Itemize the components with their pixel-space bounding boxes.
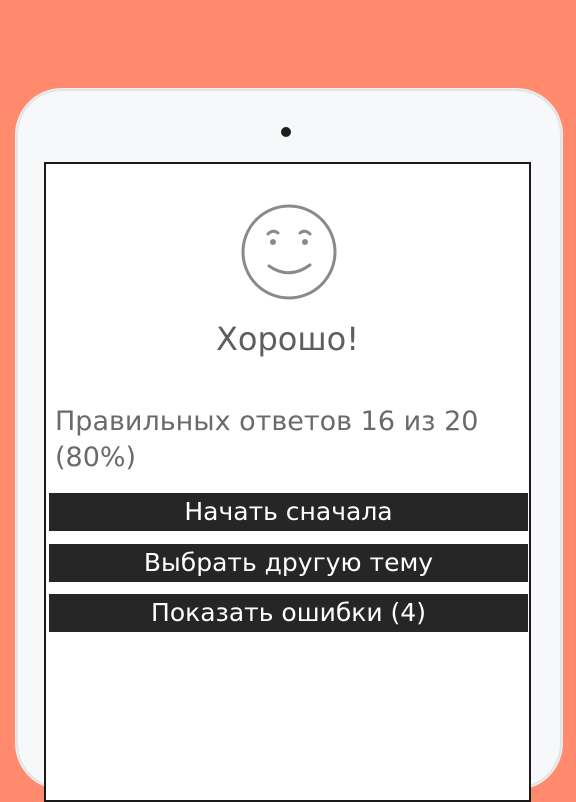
restart-button[interactable]: Начать сначала [49, 493, 528, 531]
choose-topic-button[interactable]: Выбрать другую тему [49, 544, 528, 582]
app-screen: Хорошо! Правильных ответов 16 из 20 (80%… [44, 162, 531, 802]
smiley-face-icon [241, 204, 337, 300]
camera-icon [281, 127, 291, 137]
score-text: Правильных ответов 16 из 20 (80%) [55, 406, 479, 473]
result-title: Хорошо! [215, 320, 360, 358]
tablet-frame: Хорошо! Правильных ответов 16 из 20 (80%… [16, 89, 562, 802]
show-errors-button[interactable]: Показать ошибки (4) [49, 594, 528, 632]
